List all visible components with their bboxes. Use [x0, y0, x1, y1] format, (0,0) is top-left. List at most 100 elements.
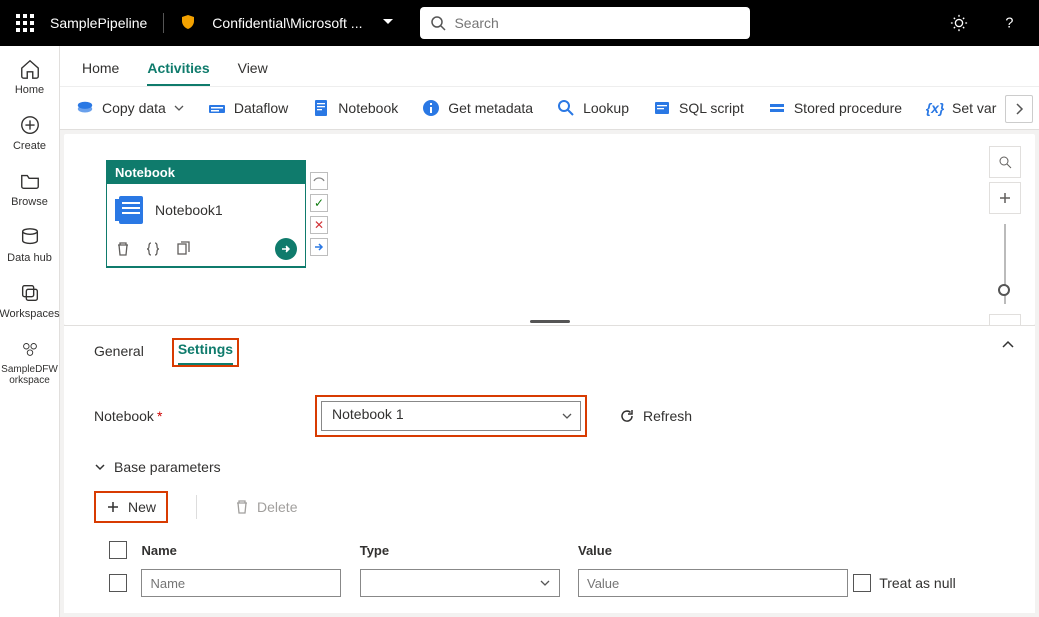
select-all-checkbox[interactable]: [109, 541, 127, 559]
divider: [196, 495, 197, 519]
param-type-select[interactable]: [360, 569, 560, 597]
chevron-down-icon[interactable]: [382, 15, 394, 31]
info-icon: [422, 99, 440, 117]
tb-sql-script[interactable]: SQL script: [653, 99, 744, 117]
svg-text:?: ?: [1005, 16, 1013, 32]
activity-notebook[interactable]: Notebook Notebook1: [106, 160, 306, 268]
tab-view[interactable]: View: [238, 60, 268, 86]
rail-home[interactable]: Home: [0, 54, 59, 106]
panel-tab-settings[interactable]: Settings: [178, 341, 233, 365]
base-parameters-header[interactable]: Base parameters: [94, 459, 1005, 475]
left-nav-rail: Home Create Browse Data hub Workspaces S…: [0, 46, 60, 617]
search-input[interactable]: [454, 15, 740, 31]
tb-copy-data[interactable]: Copy data: [76, 99, 184, 117]
port-onsuccess-icon[interactable]: ✓: [310, 194, 328, 212]
sensitivity-shield-icon: [180, 14, 196, 33]
rail-current-workspace[interactable]: SampleDFW orkspace: [0, 334, 59, 396]
port-onskip-icon[interactable]: [310, 172, 328, 190]
tb-set-variable[interactable]: {x} Set var: [926, 99, 996, 117]
pipeline-canvas[interactable]: Notebook Notebook1: [64, 134, 1035, 325]
delete-icon: [235, 500, 249, 514]
highlight-box: Settings: [172, 338, 239, 367]
main-tabs: Home Activities View: [60, 46, 1039, 86]
zoom-thumb[interactable]: [998, 284, 1010, 296]
collapse-panel-icon[interactable]: [1001, 338, 1015, 355]
app-launcher-icon[interactable]: [16, 14, 34, 32]
global-search[interactable]: [420, 7, 750, 39]
help-icon[interactable]: ?: [997, 11, 1021, 35]
notebook-select[interactable]: Notebook 1: [321, 401, 581, 431]
rail-label: Data hub: [7, 252, 52, 264]
grid-row: Treat as null: [94, 565, 1005, 601]
braces-icon[interactable]: [145, 241, 161, 257]
tb-get-metadata[interactable]: Get metadata: [422, 99, 533, 117]
sensitivity-label[interactable]: Confidential\Microsoft ...: [212, 15, 362, 31]
refresh-icon: [619, 408, 635, 424]
tb-notebook[interactable]: Notebook: [312, 99, 398, 117]
variable-icon: {x}: [926, 99, 944, 117]
delete-parameter-button[interactable]: Delete: [225, 493, 307, 521]
copy-data-icon: [76, 99, 94, 117]
tab-home[interactable]: Home: [82, 60, 119, 86]
activity-status-ports: ✓ ✕: [310, 172, 328, 256]
pipeline-title: SamplePipeline: [50, 15, 147, 31]
tb-stored-procedure[interactable]: Stored procedure: [768, 99, 902, 117]
row-checkbox[interactable]: [109, 574, 127, 592]
port-oncompletion-icon[interactable]: [310, 238, 328, 256]
search-icon: [430, 15, 446, 31]
storedproc-icon: [768, 99, 786, 117]
activity-type-label: Notebook: [107, 161, 305, 184]
zoom-in-button[interactable]: [989, 182, 1021, 214]
notebook-icon: [312, 99, 330, 117]
run-arrow-icon[interactable]: [275, 238, 297, 260]
grid-header-row: Name Type Value: [94, 535, 1005, 565]
dataflow-icon: [208, 99, 226, 117]
settings-gear-icon[interactable]: [947, 11, 971, 35]
notebook-field-label: Notebook*: [94, 408, 299, 424]
rail-label: Workspaces: [0, 308, 60, 320]
chevron-down-icon: [94, 461, 106, 473]
port-onfail-icon[interactable]: ✕: [310, 216, 328, 234]
new-parameter-button[interactable]: New: [94, 491, 168, 523]
treat-as-null-checkbox[interactable]: [853, 574, 871, 592]
delete-icon[interactable]: [115, 241, 131, 257]
col-header-type: Type: [360, 543, 578, 558]
rail-browse[interactable]: Browse: [0, 166, 59, 218]
plus-icon: [106, 500, 120, 514]
panel-tabs: General Settings: [94, 338, 1005, 367]
refresh-button[interactable]: Refresh: [619, 408, 692, 424]
col-header-name: Name: [141, 543, 359, 558]
database-icon: [19, 226, 41, 248]
rail-datahub[interactable]: Data hub: [0, 222, 59, 274]
col-header-value: Value: [578, 543, 853, 558]
canvas-search-icon[interactable]: [989, 146, 1021, 178]
param-value-input[interactable]: [578, 569, 848, 597]
canvas-zoom-controls: [989, 146, 1021, 325]
workspace-selected-icon: [19, 338, 41, 360]
panel-tab-general[interactable]: General: [94, 343, 144, 367]
copy-icon[interactable]: [175, 241, 191, 257]
chevron-down-icon: [539, 576, 551, 592]
main-area: Home Activities View Copy data Dataflow …: [60, 46, 1039, 617]
rail-workspaces[interactable]: Workspaces: [0, 278, 59, 330]
activities-toolbar: Copy data Dataflow Notebook Get metadata…: [60, 86, 1039, 130]
tb-dataflow[interactable]: Dataflow: [208, 99, 288, 117]
tab-activities[interactable]: Activities: [147, 60, 209, 86]
zoom-slider[interactable]: [1004, 224, 1006, 304]
param-name-input[interactable]: [141, 569, 341, 597]
rail-label: Browse: [11, 196, 48, 208]
workspaces-icon: [19, 282, 41, 304]
rail-create[interactable]: Create: [0, 110, 59, 162]
rail-label: Home: [15, 84, 44, 96]
rail-label: Create: [13, 140, 46, 152]
toolbar-overflow[interactable]: [1005, 95, 1033, 123]
plus-circle-icon: [19, 114, 41, 136]
panel-resize-handle[interactable]: [64, 317, 1035, 325]
treat-as-null-label: Treat as null: [879, 575, 956, 591]
lookup-icon: [557, 99, 575, 117]
chevron-down-icon: [174, 103, 184, 113]
sql-icon: [653, 99, 671, 117]
tb-lookup[interactable]: Lookup: [557, 99, 629, 117]
activity-settings-panel: General Settings Notebook* Notebook 1: [64, 325, 1035, 613]
separator: [163, 13, 164, 33]
